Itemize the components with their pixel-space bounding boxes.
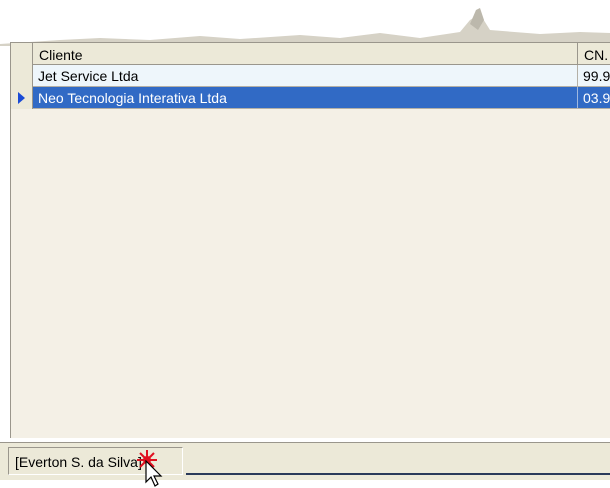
- grid-header: Cliente CN.: [11, 43, 610, 65]
- grid-rows: Jet Service Ltda 99.9 Neo Tecnologia Int…: [11, 65, 610, 109]
- table-row-selected[interactable]: Neo Tecnologia Interativa Ltda 03.9: [11, 87, 610, 109]
- mouse-pointer-icon: [145, 460, 163, 487]
- row-indicator[interactable]: [11, 65, 33, 87]
- current-row-arrow-icon: [18, 92, 25, 104]
- status-panel-empty: [186, 447, 610, 475]
- cell-cnpj[interactable]: 99.9: [578, 65, 610, 86]
- cell-cliente[interactable]: Neo Tecnologia Interativa Ltda: [33, 87, 578, 108]
- column-header-cnpj[interactable]: CN.: [578, 43, 610, 65]
- cell-cnpj[interactable]: 03.9: [578, 87, 610, 108]
- indicator-column-header: [11, 43, 33, 65]
- cell-cliente[interactable]: Jet Service Ltda: [33, 65, 578, 86]
- torn-edge-decoration: [0, 8, 610, 46]
- table-row[interactable]: Jet Service Ltda 99.9: [11, 65, 610, 87]
- column-header-cliente[interactable]: Cliente: [33, 43, 578, 65]
- row-indicator[interactable]: [11, 87, 33, 109]
- window: Cliente CN. Jet Service Ltda 99.9 Neo Te…: [0, 0, 610, 488]
- data-grid[interactable]: Cliente CN. Jet Service Ltda 99.9 Neo Te…: [10, 42, 610, 438]
- status-bar: [Everton S. da Silva]: [0, 442, 610, 480]
